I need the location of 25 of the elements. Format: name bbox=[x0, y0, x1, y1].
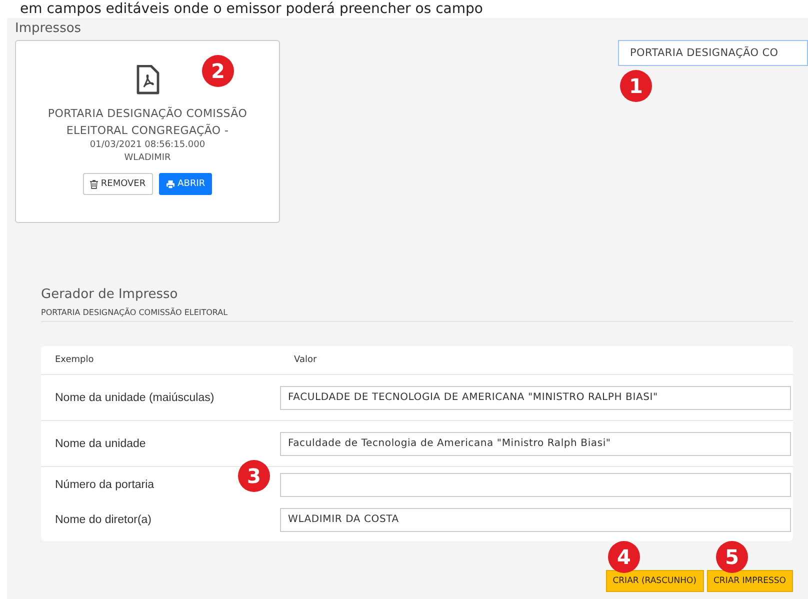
input-field[interactable] bbox=[280, 472, 791, 496]
field-label: Nome do diretor(a) bbox=[55, 514, 153, 526]
remove-button[interactable]: REMOVER bbox=[82, 173, 153, 195]
field-label: Número da portaria bbox=[55, 478, 156, 490]
input-field[interactable]: Faculdade de Tecnologia de Americana "Ministro Ralph Biasi" bbox=[280, 432, 791, 456]
trash-icon bbox=[90, 180, 98, 188]
field-label: Nome da unidade (maiúsculas) bbox=[55, 392, 216, 404]
document-date: 01/03/2021 08:56:15.000 bbox=[90, 139, 206, 152]
column-header: Valor bbox=[294, 355, 318, 365]
intro-text: em campos editáveis onde o emissor poderá preencher os campo bbox=[19, 0, 484, 18]
section-title: Impressos bbox=[15, 21, 82, 38]
document-title: PORTARIA DESIGNAÇÃO COMISSÃO ELEITORAL CONGREGAÇÃO - bbox=[46, 106, 248, 139]
document-select[interactable]: PORTARIA DESIGNAÇÃO CO bbox=[618, 40, 808, 66]
input-field[interactable]: FACULDADE DE TECNOLOGIA DE AMERICANA "MINISTRO RALPH BIASI" bbox=[280, 386, 791, 410]
printer-icon bbox=[166, 180, 175, 188]
open-button[interactable]: ABRIR bbox=[158, 173, 212, 195]
generator-title: Gerador de Impresso bbox=[41, 287, 179, 302]
field-label: Nome da unidade bbox=[55, 438, 147, 450]
input-field[interactable]: WLADIMIR DA COSTA bbox=[280, 508, 791, 532]
pdf-file-icon bbox=[136, 65, 160, 95]
generator-subtitle: PORTARIA DESIGNAÇÃO COMISSÃO ELEITORAL bbox=[41, 308, 793, 322]
document-author: WLADIMIR bbox=[124, 152, 171, 165]
create-button[interactable]: CRIAR IMPRESSO bbox=[706, 570, 793, 592]
create-draft-button[interactable]: CRIAR (RASCUNHO) bbox=[606, 570, 704, 592]
column-header: Exemplo bbox=[55, 355, 95, 365]
